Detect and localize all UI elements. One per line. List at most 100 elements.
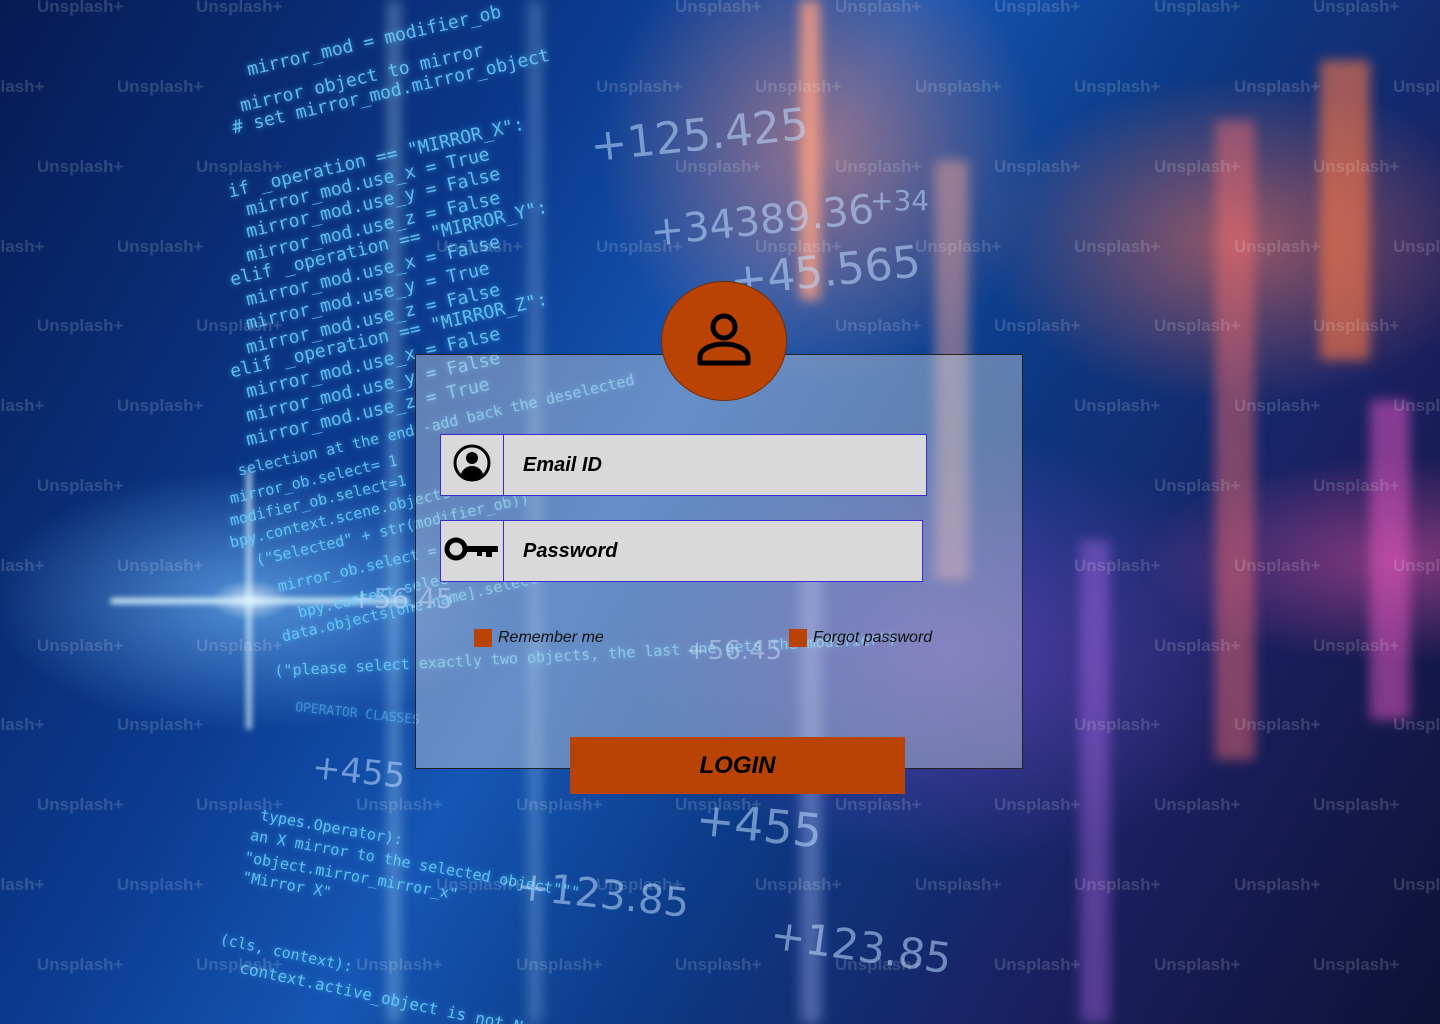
- watermark: Unsplash+: [915, 875, 1002, 894]
- watermark: Unsplash+: [117, 556, 204, 575]
- watermark: Unsplash+: [994, 955, 1081, 974]
- watermark: Unsplash+: [117, 875, 204, 894]
- watermark: Unsplash+: [596, 237, 683, 256]
- watermark: Unsplash+: [196, 157, 283, 176]
- light-streak: [1080, 540, 1110, 1024]
- watermark: Unsplash+: [0, 77, 45, 96]
- email-field[interactable]: [440, 434, 927, 496]
- account-circle-icon: [452, 443, 492, 488]
- forgot-password-checkbox[interactable]: [789, 629, 807, 647]
- password-field[interactable]: [440, 520, 923, 582]
- watermark: Unsplash+: [117, 715, 204, 734]
- watermark: Unsplash+: [1074, 875, 1161, 894]
- watermark: Unsplash+: [835, 795, 922, 814]
- watermark: Unsplash+: [1234, 556, 1321, 575]
- watermark: Unsplash+: [755, 77, 842, 96]
- watermark: Unsplash+: [1154, 636, 1241, 655]
- watermark: Unsplash+: [0, 396, 45, 415]
- key-icon: [444, 534, 500, 569]
- watermark: Unsplash+: [196, 316, 283, 335]
- watermark: Unsplash+: [1234, 237, 1321, 256]
- watermark: Unsplash+: [1074, 77, 1161, 96]
- email-icon-box: [441, 435, 504, 495]
- watermark: Unsplash+: [1154, 795, 1241, 814]
- watermark: Unsplash+: [356, 795, 443, 814]
- watermark: Unsplash+: [1074, 556, 1161, 575]
- watermark: Unsplash+: [1313, 0, 1400, 16]
- user-avatar: [661, 281, 787, 401]
- watermark: Unsplash+: [1074, 715, 1161, 734]
- watermark: Unsplash+: [0, 715, 45, 734]
- password-icon-box: [441, 521, 504, 581]
- code-line: OPERATOR CLASSES: [294, 700, 421, 729]
- background-number: +34: [870, 184, 930, 217]
- watermark: Unsplash+: [596, 77, 683, 96]
- background-number: +455: [310, 747, 408, 797]
- watermark: Unsplash+: [1313, 476, 1400, 495]
- watermark: Unsplash+: [37, 157, 124, 176]
- watermark: Unsplash+: [37, 316, 124, 335]
- watermark: Unsplash+: [1313, 636, 1400, 655]
- watermark: Unsplash+: [994, 157, 1081, 176]
- watermark: Unsplash+: [1234, 715, 1321, 734]
- watermark: Unsplash+: [835, 157, 922, 176]
- watermark: Unsplash+: [1154, 476, 1241, 495]
- watermark: Unsplash+: [1154, 316, 1241, 335]
- watermark: Unsplash+: [196, 955, 283, 974]
- watermark: Unsplash+: [755, 237, 842, 256]
- watermark: Unsplash+: [436, 237, 523, 256]
- watermark: Unsplash+: [915, 237, 1002, 256]
- watermark: Unsplash+: [1074, 237, 1161, 256]
- watermark: Unsplash+: [117, 77, 204, 96]
- watermark: Unsplash+: [117, 237, 204, 256]
- watermark: Unsplash+: [37, 955, 124, 974]
- watermark: Unsplash+: [675, 795, 762, 814]
- watermark: Unsplash+: [1074, 396, 1161, 415]
- watermark: Unsplash+: [37, 795, 124, 814]
- watermark: Unsplash+: [196, 795, 283, 814]
- watermark: Unsplash+: [356, 955, 443, 974]
- watermark: Unsplash+: [516, 795, 603, 814]
- watermark: Unsplash+: [835, 316, 922, 335]
- remember-me-label[interactable]: Remember me: [498, 629, 604, 647]
- watermark: Unsplash+: [196, 0, 283, 16]
- watermark: Unsplash+: [1234, 396, 1321, 415]
- watermark: Unsplash+: [1393, 237, 1440, 256]
- watermark: Unsplash+: [436, 875, 523, 894]
- watermark: Unsplash+: [1393, 556, 1440, 575]
- watermark: Unsplash+: [1154, 157, 1241, 176]
- password-input[interactable]: [523, 521, 904, 581]
- remember-me-checkbox[interactable]: [474, 629, 492, 647]
- watermark: Unsplash+: [1393, 77, 1440, 96]
- watermark: Unsplash+: [516, 955, 603, 974]
- watermark: Unsplash+: [1313, 316, 1400, 335]
- watermark: Unsplash+: [0, 556, 45, 575]
- watermark: Unsplash+: [1154, 955, 1241, 974]
- login-button[interactable]: LOGIN: [570, 737, 905, 794]
- watermark: Unsplash+: [1234, 77, 1321, 96]
- watermark: Unsplash+: [37, 476, 124, 495]
- watermark: Unsplash+: [915, 77, 1002, 96]
- watermark: Unsplash+: [1393, 396, 1440, 415]
- watermark: Unsplash+: [1393, 715, 1440, 734]
- watermark: Unsplash+: [1234, 875, 1321, 894]
- watermark: Unsplash+: [0, 875, 45, 894]
- watermark: Unsplash+: [994, 795, 1081, 814]
- email-input[interactable]: [523, 435, 908, 495]
- watermark: Unsplash+: [835, 955, 922, 974]
- user-icon: [692, 307, 756, 376]
- watermark: Unsplash+: [196, 636, 283, 655]
- watermark: Unsplash+: [1313, 157, 1400, 176]
- watermark: Unsplash+: [675, 157, 762, 176]
- watermark: Unsplash+: [675, 0, 762, 16]
- watermark: Unsplash+: [596, 875, 683, 894]
- watermark: Unsplash+: [1313, 795, 1400, 814]
- watermark: Unsplash+: [1393, 875, 1440, 894]
- watermark: Unsplash+: [1154, 0, 1241, 16]
- watermark: Unsplash+: [994, 316, 1081, 335]
- watermark: Unsplash+: [675, 955, 762, 974]
- watermark: Unsplash+: [994, 0, 1081, 16]
- forgot-password-link[interactable]: Forgot password: [813, 629, 932, 647]
- watermark: Unsplash+: [835, 0, 922, 16]
- watermark: Unsplash+: [37, 0, 124, 16]
